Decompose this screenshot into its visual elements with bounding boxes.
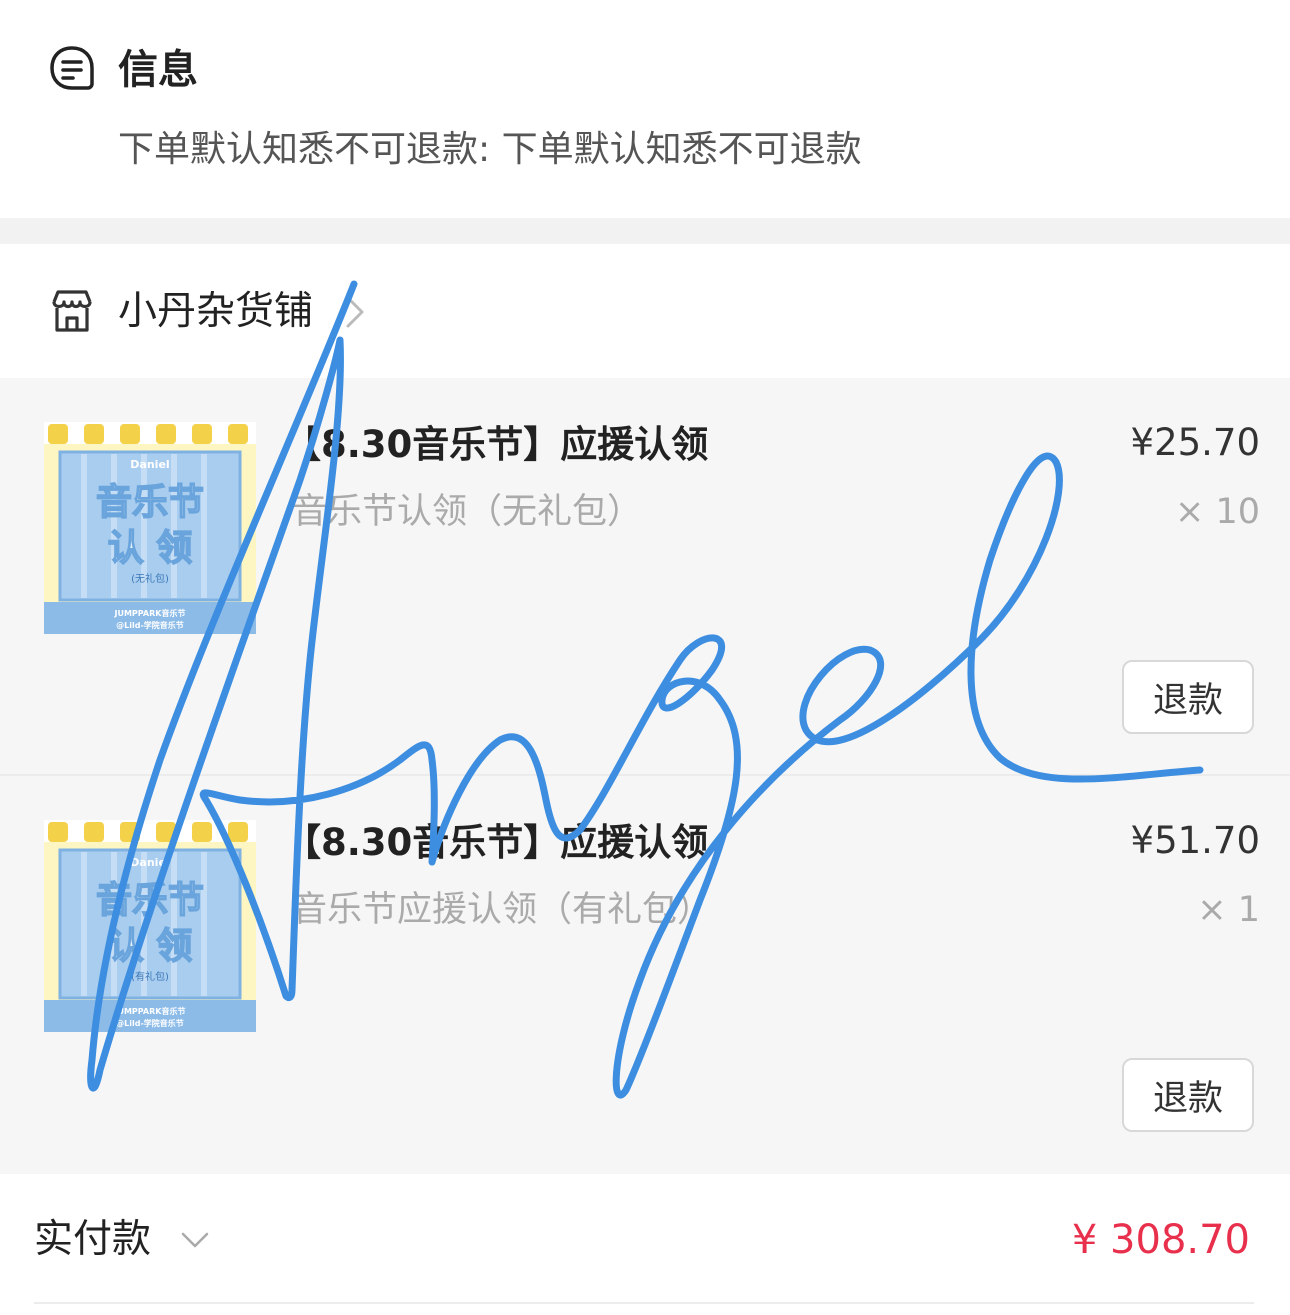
divider <box>34 1302 1254 1304</box>
thumb-line1: 音乐节 <box>96 482 204 523</box>
info-section: 信息 下单默认知悉不可退款: 下单默认知悉不可退款 <box>0 0 1290 218</box>
order-item[interactable]: Daniel 音乐节 认 领 (无礼包) JUMPPARK音乐节 @Lild-学… <box>0 378 1290 776</box>
thumb-footer1: JUMPPARK音乐节 <box>114 608 186 618</box>
item-title[interactable]: 【8.30音乐节】应援认领 <box>284 818 708 868</box>
store-icon <box>52 290 92 332</box>
item-spec: 音乐节应援认领（有礼包） <box>292 890 713 930</box>
product-thumbnail: Daniel 音乐节 认 领 (无礼包) JUMPPARK音乐节 @Lild-学… <box>44 422 256 634</box>
chevron-right-icon <box>346 296 364 328</box>
chevron-down-icon[interactable] <box>178 1228 212 1252</box>
order-item[interactable]: Daniel 音乐节 认 领 (有礼包) JUMPPARK音乐节 @Lild-学… <box>0 776 1290 1174</box>
thumb-brand: Daniel <box>130 856 169 869</box>
item-price: ¥51.70 <box>1130 819 1260 862</box>
thumb-footer2: @Lild-学院音乐节 <box>116 620 184 630</box>
item-title[interactable]: 【8.30音乐节】应援认领 <box>284 420 708 470</box>
thumb-note: (有礼包) <box>131 970 169 983</box>
info-title: 信息 <box>118 47 198 93</box>
thumb-footer2: @Lild-学院音乐节 <box>116 1018 184 1028</box>
total-row[interactable]: 实付款 ¥ 308.70 <box>0 1176 1290 1315</box>
section-divider <box>0 218 1290 244</box>
item-quantity: × 1 <box>1197 890 1260 930</box>
refund-button[interactable]: 退款 <box>1122 660 1254 734</box>
total-amount: ¥ 308.70 <box>1071 1217 1250 1263</box>
thumb-note: (无礼包) <box>131 572 169 585</box>
total-label: 实付款 <box>34 1217 152 1262</box>
item-spec: 音乐节认领（无礼包） <box>292 492 643 532</box>
thumb-line2: 认 领 <box>108 926 193 967</box>
info-text: 下单默认知悉不可退款: 下单默认知悉不可退款 <box>118 129 862 170</box>
thumb-line1: 音乐节 <box>96 880 204 921</box>
item-price: ¥25.70 <box>1130 421 1260 464</box>
refund-button[interactable]: 退款 <box>1122 1058 1254 1132</box>
message-icon <box>50 46 94 90</box>
product-thumbnail: Daniel 音乐节 认 领 (有礼包) JUMPPARK音乐节 @Lild-学… <box>44 820 256 1032</box>
shop-name[interactable]: 小丹杂货铺 <box>118 286 313 338</box>
item-quantity: × 10 <box>1175 492 1260 532</box>
thumb-brand: Daniel <box>130 458 169 471</box>
thumb-footer1: JUMPPARK音乐节 <box>114 1006 186 1016</box>
thumb-line2: 认 领 <box>108 528 193 569</box>
